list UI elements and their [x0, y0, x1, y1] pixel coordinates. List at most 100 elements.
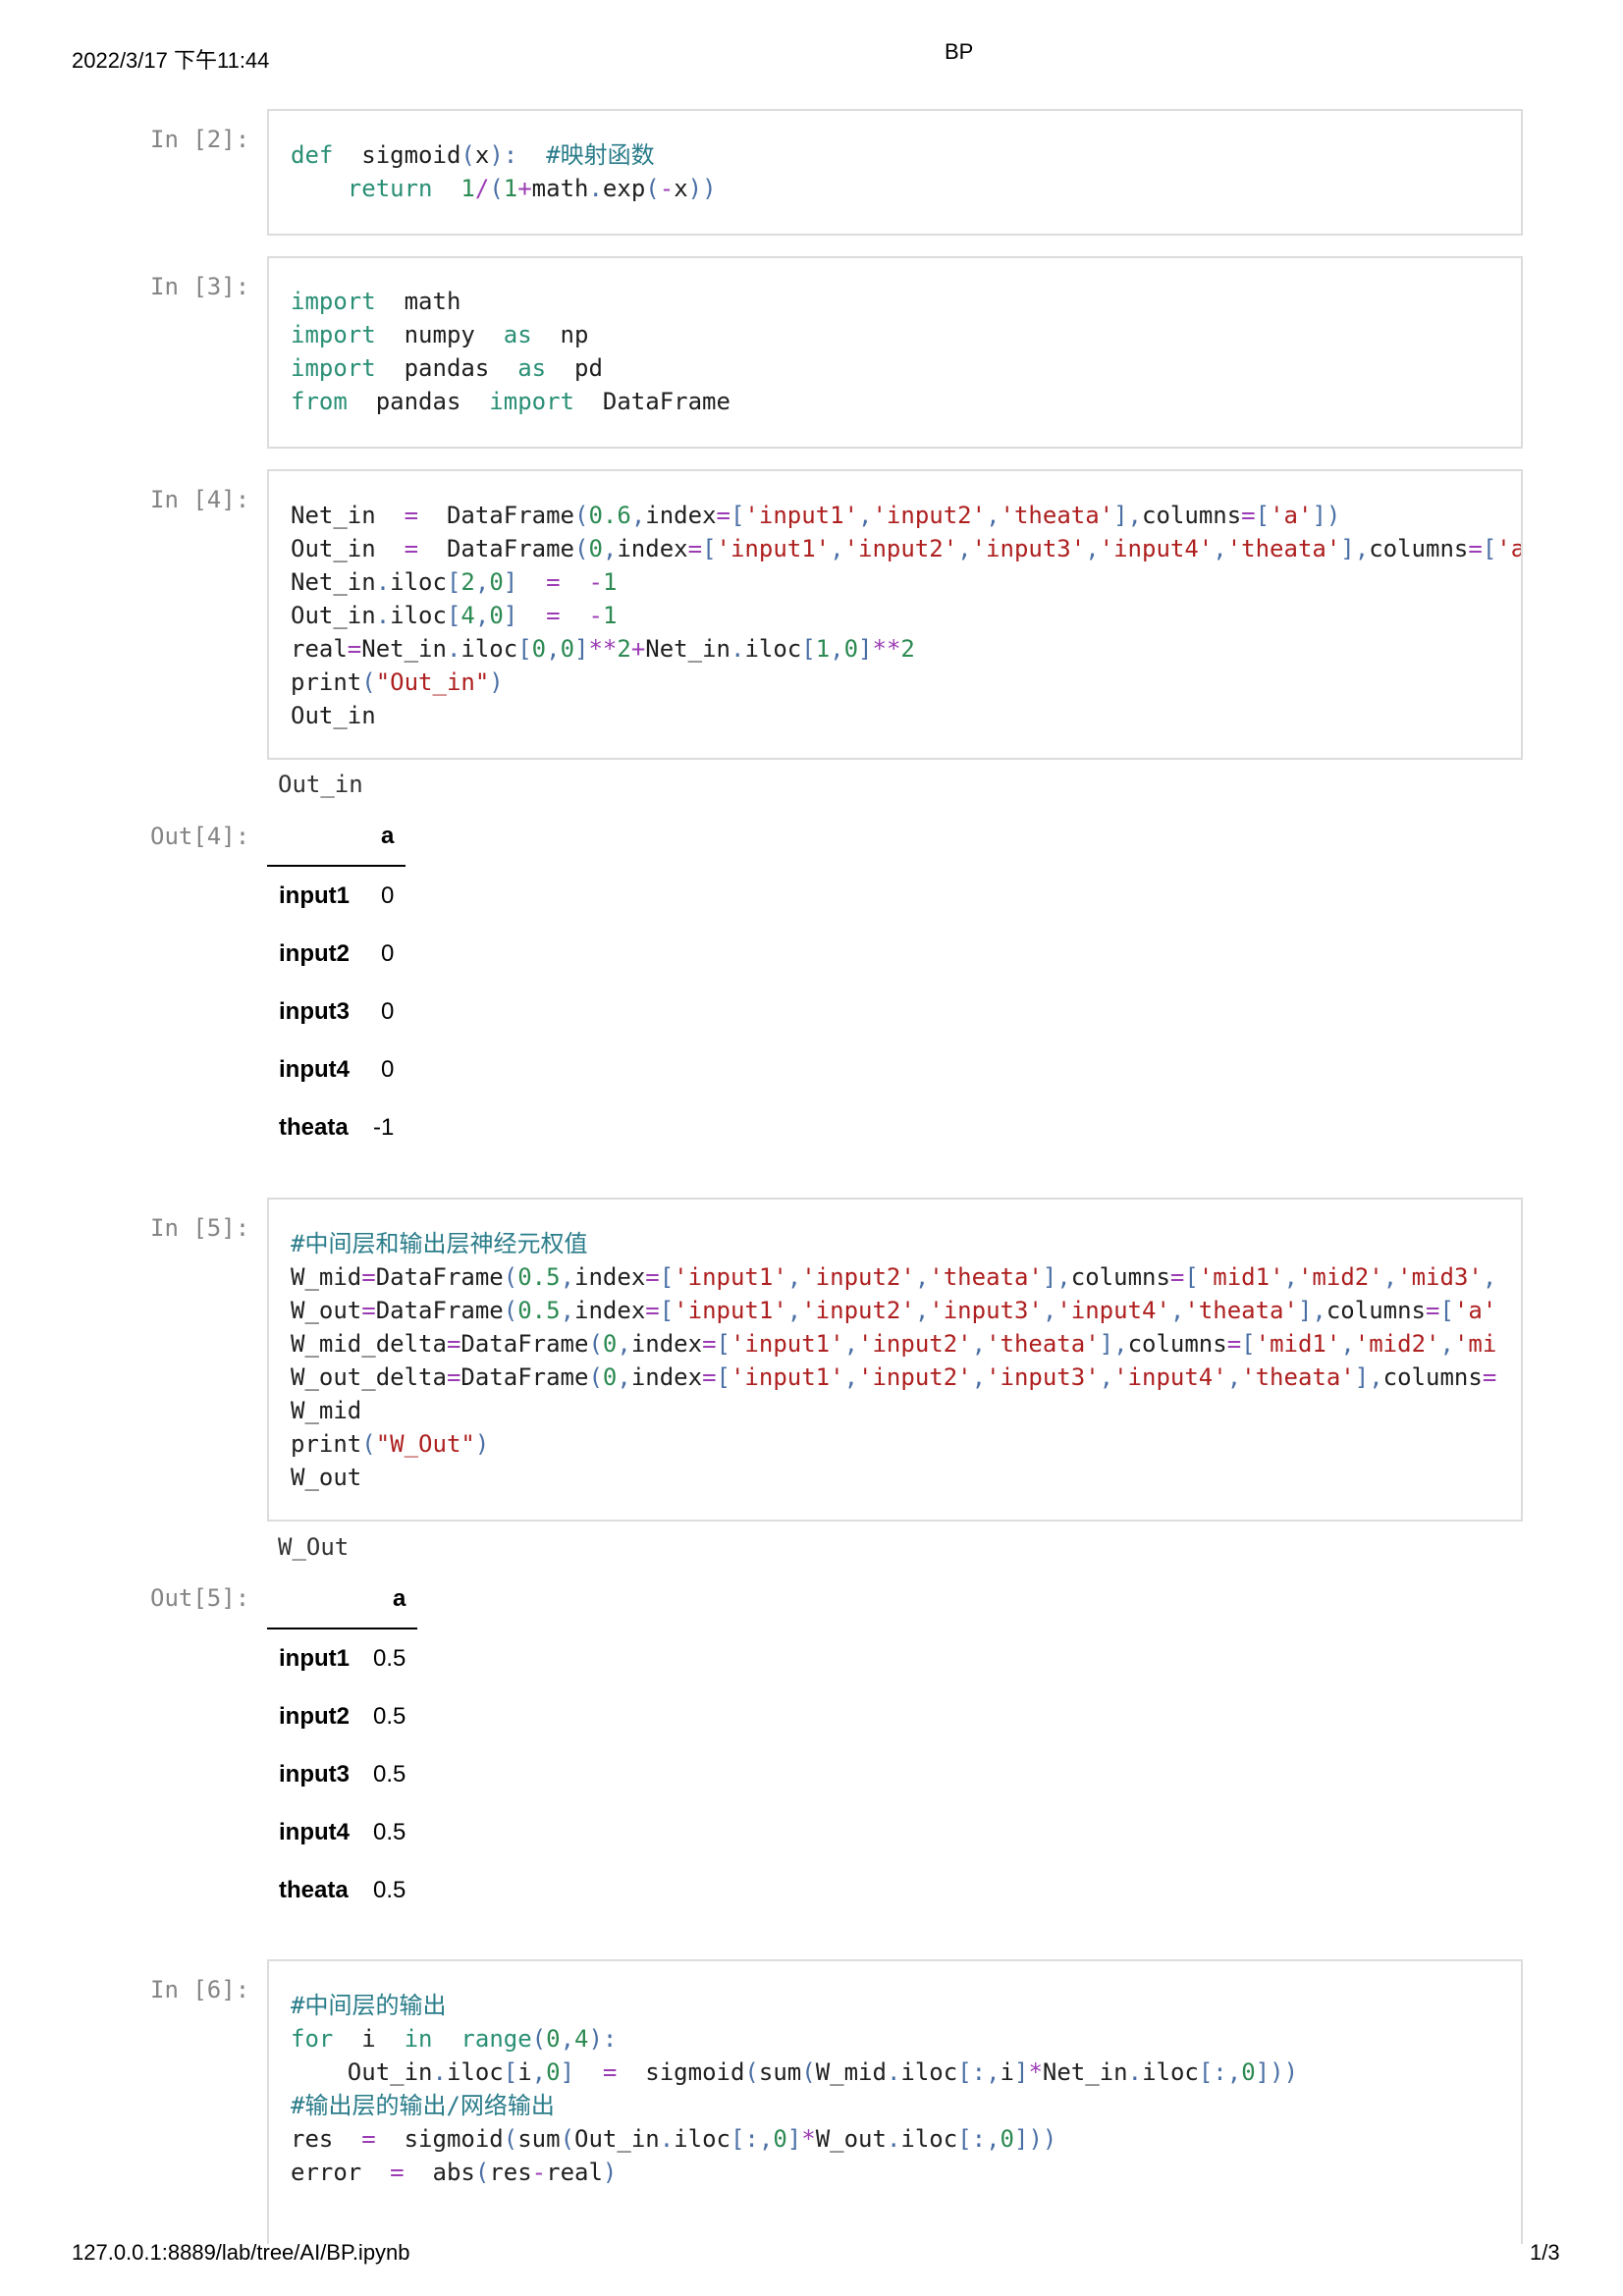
output-prompt-4: Out[4]:	[150, 823, 250, 850]
code-token: iloc	[900, 2058, 958, 2086]
code-line: Out_in	[291, 702, 376, 729]
code-token: print	[291, 668, 362, 696]
code-token: =	[404, 535, 419, 562]
code-token: 4	[574, 2025, 589, 2053]
code-token: range	[460, 2025, 532, 2053]
code-token: pd	[546, 354, 603, 382]
code-token: index	[574, 1297, 646, 1324]
row-index-label: input3	[279, 997, 350, 1025]
cell-value: -1	[373, 1113, 395, 1141]
code-token: Net_in	[291, 568, 376, 596]
code-token: =	[361, 1263, 376, 1291]
code-line: print("Out_in")	[291, 668, 504, 696]
code-line: Out_in.iloc[i,0] = sigmoid(sum(W_mid.ilo…	[291, 2058, 1298, 2086]
code-cell-3[interactable]: import math import numpy as np import pa…	[267, 256, 1523, 449]
code-token: 'input3'	[929, 1297, 1043, 1324]
code-token: +	[517, 175, 532, 202]
code-token: 'input1'	[674, 1263, 787, 1291]
code-token: *	[1028, 2058, 1043, 2086]
row-index-label: input1	[279, 1644, 350, 1672]
code-token: (	[503, 1297, 518, 1324]
code-token: DataFrame	[418, 502, 574, 529]
code-token: 'input2'	[801, 1263, 915, 1291]
code-token: =	[390, 2159, 405, 2186]
code-token: iloc	[1142, 2058, 1199, 2086]
code-token: 2	[900, 635, 915, 663]
code-cell-5[interactable]: #中间层和输出层神经元权值 W_mid=DataFrame(0.5,index=…	[267, 1198, 1523, 1522]
code-token: columns	[1382, 1363, 1483, 1391]
dataframe-output-5: a input1 0.5 input2 0.5 input3 0.5 input4 0.5 th…	[267, 1571, 418, 1919]
code-token: [	[716, 1330, 730, 1358]
code-token: ,	[914, 1297, 930, 1324]
code-token: import	[489, 388, 574, 415]
document-title: BP	[945, 39, 974, 64]
code-line: Net_in.iloc[2,0] = -1	[291, 568, 617, 596]
code-cell-2[interactable]: def sigmoid(x): #映射函数 return 1/(1+math.e…	[267, 109, 1523, 236]
code-token: )	[474, 1430, 490, 1458]
code-token: ]	[560, 2058, 575, 2086]
code-editor[interactable]: import math import numpy as np import pa…	[269, 258, 1521, 418]
code-token: real	[546, 2159, 603, 2186]
code-token: (	[460, 141, 475, 169]
code-editor[interactable]: #中间层的输出 for i in range(0,4): Out_in.iloc…	[269, 1961, 1521, 2189]
code-editor[interactable]: Net_in = DataFrame(0.6,index=['input1','…	[269, 471, 1521, 732]
code-token: [	[659, 1263, 675, 1291]
input-prompt-6: In [6]:	[150, 1976, 250, 2003]
code-token: =	[361, 1297, 376, 1324]
table-row: input4 0	[267, 1041, 406, 1098]
code-token: =	[361, 2125, 376, 2153]
code-token: 2	[460, 568, 475, 596]
code-line: Net_in = DataFrame(0.6,index=['input1','…	[291, 502, 1340, 529]
code-cell-6[interactable]: #中间层的输出 for i in range(0,4): Out_in.iloc…	[267, 1959, 1523, 2244]
code-token: ,	[1226, 1363, 1242, 1391]
code-token: 1	[815, 635, 831, 663]
code-token: ,	[986, 502, 1001, 529]
code-token: (	[474, 2159, 490, 2186]
code-token: real	[291, 635, 348, 663]
code-token: 'input2'	[872, 502, 987, 529]
code-token: =	[1226, 1330, 1242, 1358]
code-token: .	[446, 635, 461, 663]
code-token: 0.5	[517, 1297, 561, 1324]
code-token: res	[291, 2125, 362, 2153]
code-token: .	[375, 568, 391, 596]
code-token: ,	[560, 1297, 575, 1324]
code-token: [	[1439, 1297, 1454, 1324]
code-editor[interactable]: def sigmoid(x): #映射函数 return 1/(1+math.e…	[269, 111, 1521, 205]
code-token: =	[404, 502, 419, 529]
code-token: 0	[531, 635, 547, 663]
code-token: as	[517, 354, 547, 382]
row-index-label: input2	[279, 939, 350, 967]
page-number: 1/3	[1530, 2240, 1560, 2265]
code-token: ,	[1482, 1263, 1497, 1291]
code-token: index	[630, 1363, 703, 1391]
code-token: 'theata'	[1226, 535, 1341, 562]
code-token: (	[588, 1363, 603, 1391]
code-token: (	[645, 175, 660, 202]
code-line: #中间层和输出层神经元权值	[291, 1230, 587, 1257]
code-token: (	[531, 2025, 547, 2053]
code-token: ],	[1099, 1330, 1128, 1358]
code-token: 'theata'	[1184, 1297, 1298, 1324]
code-token: 0	[602, 1363, 618, 1391]
code-token: =	[1426, 1297, 1440, 1324]
code-token: -	[531, 2159, 547, 2186]
code-token: index	[630, 1330, 703, 1358]
code-token: ],	[1340, 535, 1370, 562]
code-editor[interactable]: #中间层和输出层神经元权值 W_mid=DataFrame(0.5,index=…	[269, 1200, 1521, 1494]
code-token: sum	[517, 2125, 561, 2153]
code-cell-4[interactable]: Net_in = DataFrame(0.6,index=['input1','…	[267, 469, 1523, 760]
code-line: from pandas import DataFrame	[291, 388, 730, 415]
cell-value: 0.5	[373, 1818, 406, 1845]
code-token: [	[730, 502, 745, 529]
code-token: .	[886, 2125, 901, 2153]
code-token: DataFrame	[460, 1363, 589, 1391]
code-token: 1	[503, 175, 518, 202]
code-token: ,	[1213, 535, 1227, 562]
code-token: Out_in	[574, 2125, 660, 2153]
code-token: ,	[957, 535, 972, 562]
code-token: 'theata'	[986, 1330, 1100, 1358]
code-line: import math	[291, 288, 460, 315]
code-token: =	[645, 1263, 660, 1291]
